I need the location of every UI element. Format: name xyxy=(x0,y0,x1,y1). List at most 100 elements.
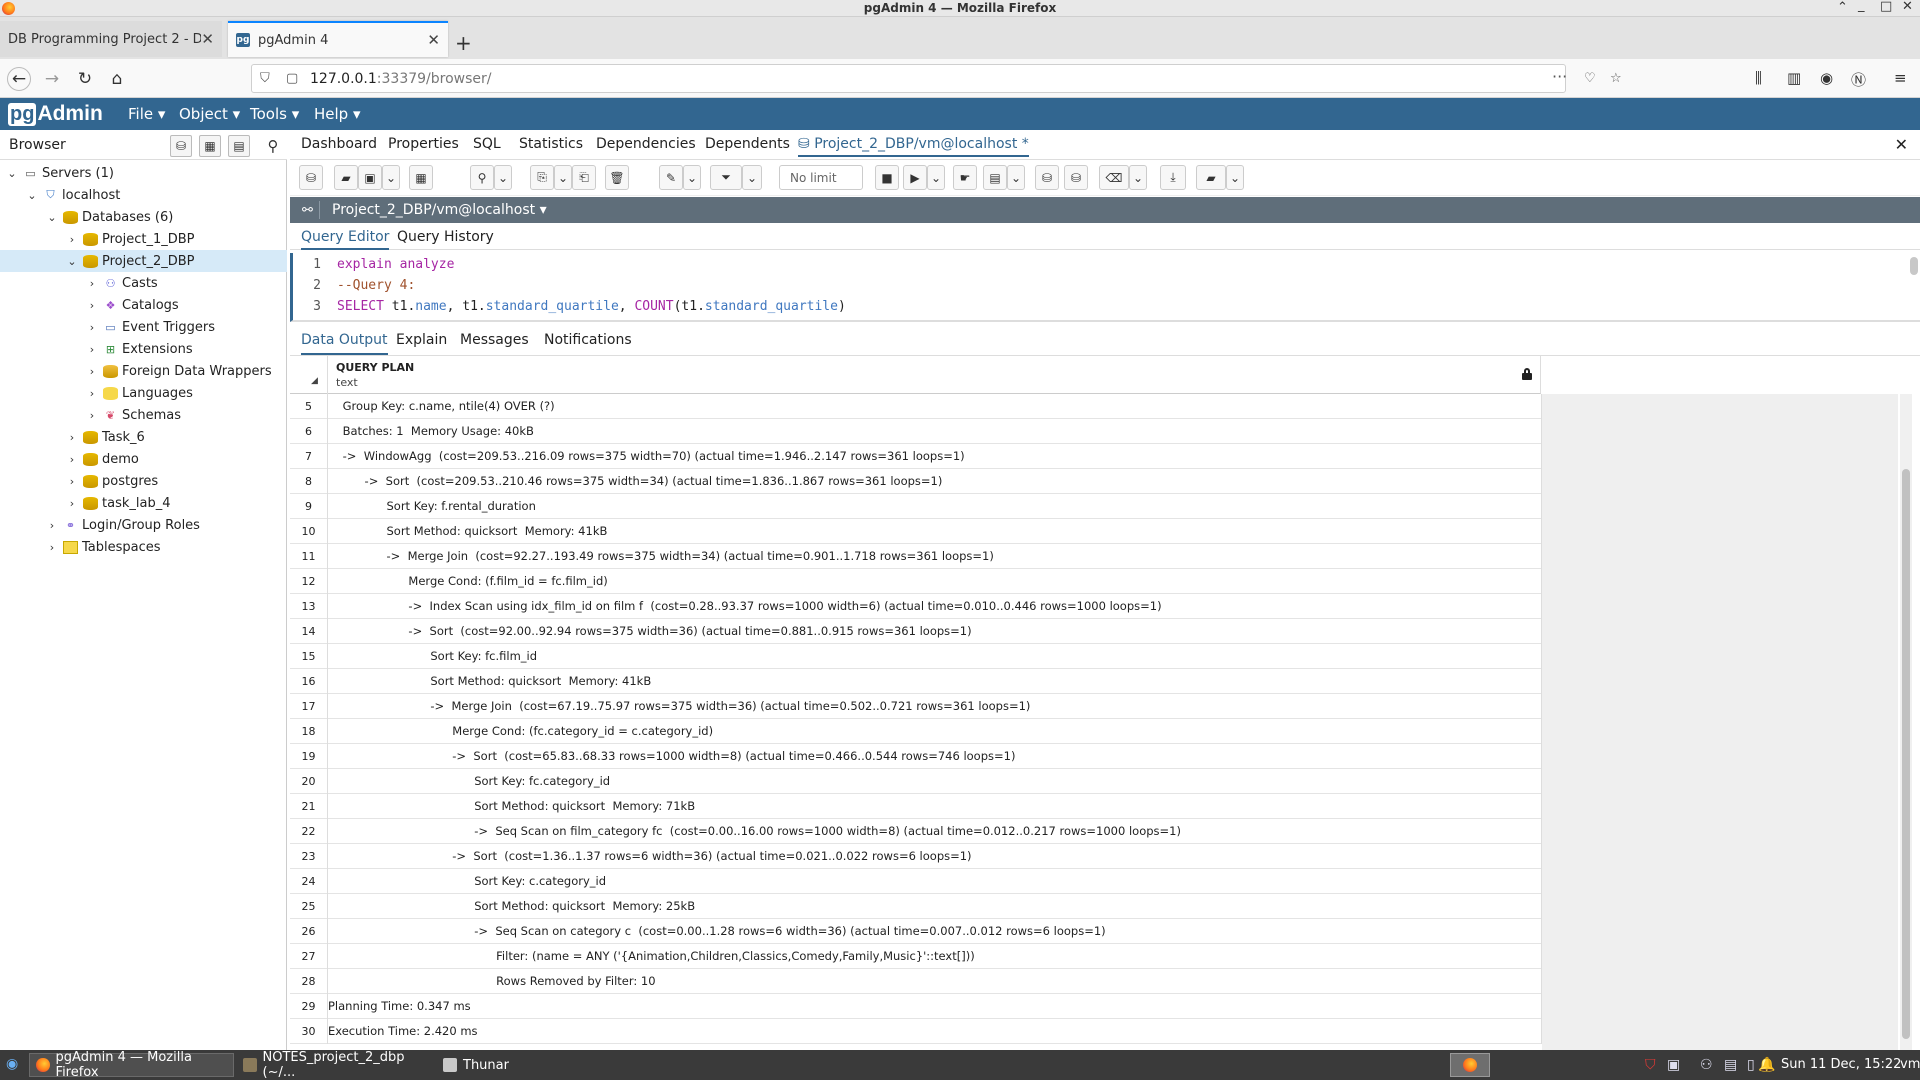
row-limit-select[interactable]: No limit xyxy=(779,165,863,190)
table-row[interactable]: 13 -> Index Scan using idx_film_id on fi… xyxy=(290,594,1542,619)
query-plan-cell[interactable]: Rows Removed by Filter: 10 xyxy=(328,969,655,994)
chevron-right-icon[interactable]: › xyxy=(85,343,99,356)
macros-icon[interactable]: ▰ xyxy=(1196,165,1226,190)
menu-file[interactable]: File ▾ xyxy=(128,105,165,123)
row-number[interactable]: 17 xyxy=(290,694,328,719)
query-plan-cell[interactable]: -> Sort (cost=209.53..210.46 rows=375 wi… xyxy=(328,469,943,494)
chevron-down-icon[interactable]: ⌄ xyxy=(45,211,59,224)
table-row[interactable]: 24 Sort Key: c.category_id xyxy=(290,869,1542,894)
copy-dropdown-icon[interactable]: ⌄ xyxy=(554,165,572,190)
taskbar-item-notes[interactable]: NOTES_project_2_dbp (~/... xyxy=(237,1050,435,1080)
query-plan-cell[interactable]: -> Index Scan using idx_film_id on film … xyxy=(328,594,1161,619)
grid-vertical-scrollbar[interactable] xyxy=(1900,394,1912,1050)
row-number[interactable]: 27 xyxy=(290,944,328,969)
tree-node-project-2-dbp[interactable]: ⌄ Project_2_DBP xyxy=(0,250,287,272)
hamburger-menu-icon[interactable]: ≡ xyxy=(1894,69,1907,87)
table-row[interactable]: 6 Batches: 1 Memory Usage: 40kB xyxy=(290,419,1542,444)
tab-messages[interactable]: Messages xyxy=(460,332,529,348)
close-window-icon[interactable]: ✕ xyxy=(1902,0,1913,14)
tree-node-languages[interactable]: › Languages xyxy=(0,382,287,404)
query-plan-cell[interactable]: Sort Key: fc.film_id xyxy=(328,644,537,669)
edit-dropdown-icon[interactable]: ⌄ xyxy=(683,165,701,190)
row-number[interactable]: 18 xyxy=(290,719,328,744)
menu-help[interactable]: Help ▾ xyxy=(314,105,361,123)
row-number[interactable]: 11 xyxy=(290,544,328,569)
query-plan-cell[interactable]: -> WindowAgg (cost=209.53..216.09 rows=3… xyxy=(328,444,965,469)
url-bar[interactable]: ⛉ ▢ 127.0.0.1:33379/browser/ ··· ♡ ☆ xyxy=(251,64,1622,93)
query-plan-cell[interactable]: Filter: (name = ANY ('{Animation,Childre… xyxy=(328,944,975,969)
tree-node-extensions[interactable]: › ⊞ Extensions xyxy=(0,338,287,360)
save-icon[interactable]: ▣ xyxy=(358,165,382,190)
clock[interactable]: Sun 11 Dec, 15:22 xyxy=(1781,1057,1901,1072)
tree-node-event-triggers[interactable]: › ▭ Event Triggers xyxy=(0,316,287,338)
chevron-right-icon[interactable]: › xyxy=(85,277,99,290)
clipboard-icon[interactable]: ▤ xyxy=(1724,1057,1737,1073)
row-number[interactable]: 21 xyxy=(290,794,328,819)
filter-rows-icon[interactable]: ▤ xyxy=(228,135,250,157)
tab-query-editor[interactable]: Query Editor xyxy=(301,229,390,250)
clear-dropdown-icon[interactable]: ⌄ xyxy=(1129,165,1147,190)
taskbar-item-thunar[interactable]: Thunar xyxy=(437,1053,633,1077)
query-plan-cell[interactable]: Sort Method: quicksort Memory: 41kB xyxy=(328,669,651,694)
chevron-right-icon[interactable]: › xyxy=(85,387,99,400)
tree-node-demo[interactable]: › demo xyxy=(0,448,287,470)
shield-icon[interactable]: ⛉ xyxy=(1645,1057,1656,1073)
shield-icon[interactable]: ⛉ xyxy=(260,71,270,86)
table-row[interactable]: 25 Sort Method: quicksort Memory: 25kB xyxy=(290,894,1542,919)
row-number[interactable]: 8 xyxy=(290,469,328,494)
bookmark-star-icon[interactable]: ☆ xyxy=(1610,71,1622,86)
row-number[interactable]: 23 xyxy=(290,844,328,869)
menu-object[interactable]: Object ▾ xyxy=(179,105,240,123)
table-row[interactable]: 12 Merge Cond: (f.film_id = fc.film_id) xyxy=(290,569,1542,594)
chevron-right-icon[interactable]: › xyxy=(65,431,79,444)
commit-icon[interactable]: ⛁ xyxy=(1035,165,1059,190)
table-row[interactable]: 21 Sort Method: quicksort Memory: 71kB xyxy=(290,794,1542,819)
rollback-icon[interactable]: ⛁ xyxy=(1064,165,1088,190)
column-name[interactable]: QUERY PLAN xyxy=(336,361,414,374)
row-number[interactable]: 14 xyxy=(290,619,328,644)
query-plan-cell[interactable]: -> Seq Scan on category c (cost=0.00..1.… xyxy=(328,919,1105,944)
explain-analyze-icon[interactable]: ▤ xyxy=(983,165,1007,190)
chevron-right-icon[interactable]: › xyxy=(65,233,79,246)
row-number[interactable]: 30 xyxy=(290,1019,328,1044)
taskbar-item-firefox[interactable]: pgAdmin 4 — Mozilla Firefox xyxy=(29,1050,234,1080)
chevron-right-icon[interactable]: › xyxy=(85,409,99,422)
filter-icon[interactable]: ⏷ xyxy=(710,165,742,190)
forward-icon[interactable]: → xyxy=(40,67,64,91)
tree-node-project-1-dbp[interactable]: › Project_1_DBP xyxy=(0,228,287,250)
row-number[interactable]: 28 xyxy=(290,969,328,994)
table-row[interactable]: 5 Group Key: c.name, ntile(4) OVER (?) xyxy=(290,394,1542,419)
tab-data-output[interactable]: Data Output xyxy=(301,332,388,355)
extension-icon[interactable]: Ⓝ xyxy=(1851,69,1866,90)
explain-dropdown-icon[interactable]: ⌄ xyxy=(1007,165,1025,190)
open-file-db-icon[interactable]: ⛁ xyxy=(299,165,323,190)
query-plan-cell[interactable]: Batches: 1 Memory Usage: 40kB xyxy=(328,419,534,444)
search-icon[interactable]: ⚲ xyxy=(262,135,284,157)
table-row[interactable]: 11 -> Merge Join (cost=92.27..193.49 row… xyxy=(290,544,1542,569)
library-icon[interactable]: ⫼ xyxy=(1755,69,1762,87)
table-row[interactable]: 26 -> Seq Scan on category c (cost=0.00.… xyxy=(290,919,1542,944)
menu-tools[interactable]: Tools ▾ xyxy=(250,105,299,123)
table-row[interactable]: 14 -> Sort (cost=92.00..92.94 rows=375 w… xyxy=(290,619,1542,644)
table-row[interactable]: 16 Sort Method: quicksort Memory: 41kB xyxy=(290,669,1542,694)
chevron-right-icon[interactable]: › xyxy=(65,497,79,510)
query-plan-cell[interactable]: Sort Method: quicksort Memory: 71kB xyxy=(328,794,695,819)
query-plan-cell[interactable]: Merge Cond: (fc.category_id = c.category… xyxy=(328,719,713,744)
open-file-icon[interactable]: ▰ xyxy=(334,165,358,190)
home-icon[interactable]: ⌂ xyxy=(105,67,129,91)
close-tab-icon[interactable]: ✕ xyxy=(201,30,214,48)
row-number[interactable]: 19 xyxy=(290,744,328,769)
query-plan-cell[interactable]: Sort Key: c.category_id xyxy=(328,869,606,894)
minimize-window-icon[interactable]: _ xyxy=(1858,0,1865,13)
account-icon[interactable]: ◉ xyxy=(1820,69,1833,87)
explain-icon[interactable]: ☛ xyxy=(953,165,977,190)
tab-notifications[interactable]: Notifications xyxy=(544,332,632,348)
row-number[interactable]: 6 xyxy=(290,419,328,444)
tree-node-localhost[interactable]: ⌄ ⛉ localhost xyxy=(0,184,287,206)
tree-node-schemas[interactable]: › ❦ Schemas xyxy=(0,404,287,426)
find-dropdown-icon[interactable]: ⌄ xyxy=(494,165,512,190)
table-row[interactable]: 10 Sort Method: quicksort Memory: 41kB xyxy=(290,519,1542,544)
filter-dropdown-icon[interactable]: ⌄ xyxy=(742,165,762,190)
table-row[interactable]: 18 Merge Cond: (fc.category_id = c.categ… xyxy=(290,719,1542,744)
chevron-right-icon[interactable]: › xyxy=(45,519,59,532)
